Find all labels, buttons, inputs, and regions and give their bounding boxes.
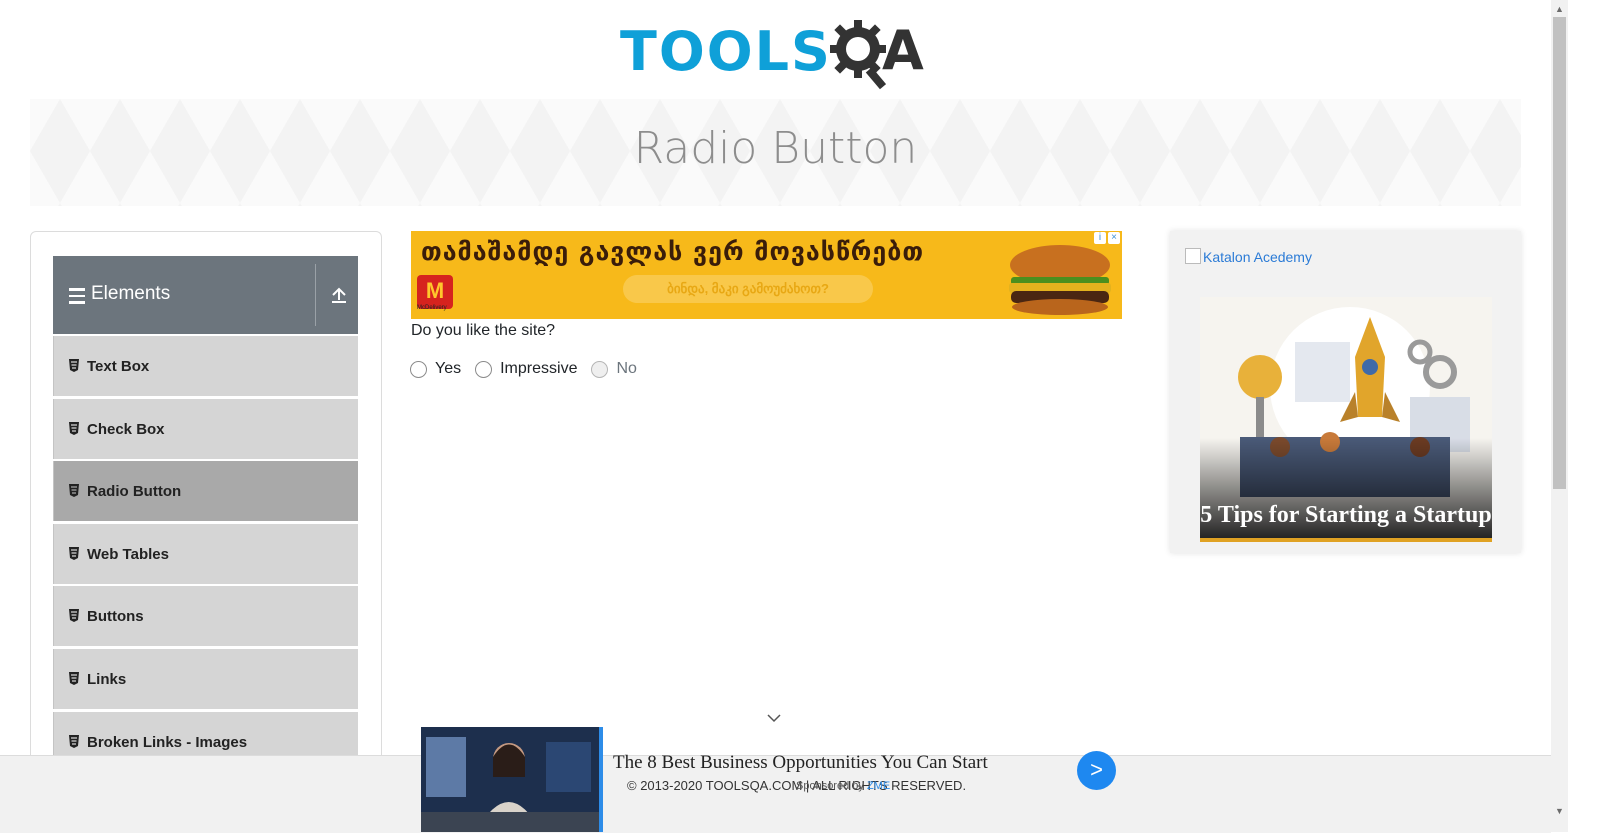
gear-search-icon [830, 20, 887, 90]
radio-no-input [591, 360, 609, 378]
sponsor-name: ZME [866, 780, 891, 792]
ad-banner-top[interactable]: თამაშამდე გავლას ვერ მოვასწრებთ ბინდა, მ… [411, 231, 1122, 319]
startup-ad-image[interactable]: 5 Tips for Starting a Startup [1200, 297, 1492, 542]
scroll-up-arrow-icon[interactable]: ▲ [1555, 4, 1564, 14]
radio-no: No [591, 360, 637, 378]
ad-subline: ბინდა, მაკი გამოუძახოთ? [623, 275, 873, 303]
broken-image-icon [1185, 248, 1201, 264]
question-text: Do you like the site? [411, 322, 556, 339]
ad-close-icon[interactable]: × [1108, 232, 1120, 244]
sponsor-prefix: Sponsored by [796, 780, 864, 792]
page-title: Radio Button [633, 123, 918, 174]
radio-no-label: No [616, 360, 637, 377]
chevron-down-icon[interactable] [767, 713, 781, 723]
ad-brand-name: McDelivery [417, 305, 447, 311]
ad-logo-letter: M [425, 278, 445, 303]
radio-yes-input[interactable] [410, 360, 427, 378]
sidebar-item-label: Web Tables [87, 545, 169, 563]
html5-icon [69, 671, 79, 685]
office-worker-image [421, 727, 599, 832]
bottom-ad-title[interactable]: The 8 Best Business Opportunities You Ca… [613, 752, 988, 774]
sidebar-item-label: Buttons [87, 608, 144, 626]
katalon-link[interactable]: Katalon Acedemy [1185, 248, 1312, 265]
html5-icon [69, 484, 79, 498]
ad-choices[interactable]: i × [1094, 232, 1120, 244]
hamburger-icon [69, 288, 85, 308]
sidebar-item-label: Text Box [87, 358, 150, 375]
scrollbar-thumb[interactable] [1553, 17, 1566, 489]
radio-yes[interactable]: Yes [410, 360, 461, 378]
html5-icon [69, 359, 79, 372]
logo-suffix: A [882, 19, 924, 82]
page-banner: Radio Button [30, 99, 1521, 206]
html5-icon [69, 609, 79, 623]
radio-impressive[interactable]: Impressive [475, 360, 577, 378]
header-divider [315, 264, 316, 326]
sidebar-item-text-box[interactable]: Text Box [53, 336, 358, 396]
sidebar-item-buttons[interactable]: Buttons [53, 586, 358, 647]
sidebar-menu: Text Box Check Box Radio Button Web Tabl… [53, 336, 358, 774]
ad-headline: თამაშამდე გავლას ვერ მოვასწრებთ [421, 237, 925, 266]
ad-info-icon[interactable]: i [1094, 232, 1106, 244]
katalon-link-text[interactable]: Katalon Acedemy [1203, 249, 1312, 265]
bottom-ad-next-button[interactable]: > [1077, 751, 1116, 790]
sidebar-item-check-box[interactable]: Check Box [53, 398, 358, 459]
image-caption-overlay: 5 Tips for Starting a Startup [1200, 438, 1492, 538]
sidebar-group-elements[interactable]: Elements [53, 256, 358, 334]
ad-caption: 5 Tips for Starting a Startup [1200, 502, 1492, 528]
bottom-ad-sponsor: Sponsored by ZME [796, 780, 890, 792]
radio-group: Yes Impressive No [410, 360, 651, 378]
sidebar-item-label: Broken Links - Images [87, 733, 248, 751]
sidebar-group-label: Elements [91, 283, 171, 304]
html5-icon [69, 734, 79, 748]
html5-icon [69, 421, 79, 435]
bottom-ad-image[interactable] [421, 727, 603, 832]
radio-yes-label[interactable]: Yes [435, 360, 461, 378]
sidebar-item-web-tables[interactable]: Web Tables [53, 523, 358, 584]
toolsqa-logo[interactable]: TOOLS A [620, 14, 924, 90]
sidebar-item-label: Check Box [87, 420, 165, 438]
vertical-scrollbar[interactable]: ▲ ▼ [1551, 0, 1568, 832]
collapse-arrow-icon[interactable] [331, 286, 347, 304]
radio-impressive-input[interactable] [475, 360, 493, 378]
logo-text: TOOLS [620, 20, 832, 83]
sidebar-item-label: Links [87, 670, 127, 688]
burger-icon [1009, 245, 1111, 315]
html5-icon [69, 546, 79, 560]
sidebar-item-label: Radio Button [87, 483, 182, 501]
scroll-down-arrow-icon[interactable]: ▼ [1555, 806, 1564, 816]
sidebar-item-radio-button[interactable]: Radio Button [53, 461, 358, 522]
ad-brand-logo: M [417, 275, 453, 309]
radio-impressive-label[interactable]: Impressive [500, 360, 577, 378]
ad-sidebar-right: Katalon Acedemy 5 Tips for Starting a St… [1170, 231, 1521, 553]
sidebar: Elements Text Box Check Box Radio Button… [30, 231, 382, 833]
sidebar-item-links[interactable]: Links [53, 648, 358, 709]
